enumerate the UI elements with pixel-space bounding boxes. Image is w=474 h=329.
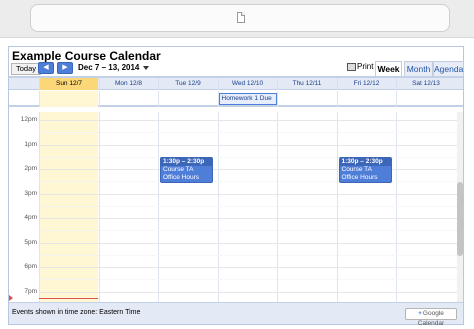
- day-column[interactable]: [39, 112, 98, 303]
- time-label: 4pm: [24, 214, 37, 221]
- browser-toolbar: [0, 0, 474, 38]
- all-day-row: Homework 1 Due: [9, 91, 463, 107]
- time-label: 6pm: [24, 263, 37, 270]
- hour-gridline: [39, 169, 457, 170]
- time-label: 12pm: [20, 116, 37, 123]
- arrow-right-icon: ▶: [62, 64, 68, 71]
- event-title: Course TA Office Hours: [163, 165, 200, 181]
- hour-gridline: [39, 291, 457, 293]
- printer-icon: [347, 62, 356, 71]
- event-title: Course TA Office Hours: [341, 165, 378, 181]
- address-bar[interactable]: [30, 4, 450, 32]
- next-week-button[interactable]: ▶: [57, 62, 73, 74]
- all-day-cell[interactable]: [39, 91, 98, 107]
- event-time: 1:30p – 2:30p: [161, 157, 212, 166]
- day-column[interactable]: [396, 112, 455, 303]
- week-grid: Sun 12/7 Mon 12/8 Tue 12/9 Wed 12/10 Thu 12/…: [9, 76, 463, 303]
- tab-month[interactable]: Month: [404, 61, 433, 76]
- day-header[interactable]: Fri 12/12: [336, 78, 396, 90]
- day-header[interactable]: Tue 12/9: [158, 78, 217, 90]
- hour-gridline: [39, 242, 457, 244]
- embedded-calendar: Example Course Calendar Today ◀ ▶ Dec 7 …: [8, 46, 464, 327]
- scrollbar[interactable]: [457, 112, 463, 303]
- current-time-marker-icon: [9, 294, 13, 301]
- calendar-event[interactable]: 1:30p – 2:30p Course TA Office Hours: [160, 156, 213, 183]
- all-day-cell[interactable]: [277, 91, 336, 107]
- dropdown-arrow-icon[interactable]: [143, 66, 149, 70]
- current-time-line: [39, 297, 98, 299]
- hour-gridline: [39, 144, 457, 146]
- calendar-title: Example Course Calendar: [12, 49, 161, 63]
- day-column[interactable]: [158, 112, 217, 303]
- day-header[interactable]: Thu 12/11: [277, 78, 336, 90]
- calendar-footer: Events shown in time zone: Eastern Time …: [9, 302, 463, 327]
- date-range: Dec 7 – 13, 2014: [78, 63, 140, 72]
- half-hour-gridline: [39, 156, 457, 158]
- arrow-left-icon: ◀: [43, 64, 49, 71]
- previous-week-button[interactable]: ◀: [38, 62, 54, 74]
- time-label: 7pm: [24, 287, 37, 295]
- half-hour-gridline: [39, 181, 457, 183]
- half-hour-gridline: [39, 132, 457, 134]
- day-column[interactable]: [277, 112, 336, 303]
- time-label: 2pm: [24, 165, 37, 172]
- event-time: 1:30p – 2:30p: [339, 157, 391, 166]
- day-header[interactable]: Wed 12/10: [217, 78, 277, 90]
- all-day-cell[interactable]: [336, 91, 396, 107]
- hour-gridline: [39, 218, 457, 219]
- all-day-event[interactable]: Homework 1 Due: [218, 93, 277, 105]
- print-label: Print: [357, 62, 374, 71]
- print-button[interactable]: Print: [347, 61, 373, 73]
- google-calendar-badge[interactable]: +Google Calendar: [405, 308, 457, 327]
- time-label: 1pm: [24, 140, 37, 148]
- day-header[interactable]: Sun 12/7: [39, 78, 98, 90]
- today-button[interactable]: Today: [11, 63, 41, 75]
- hour-gridline: [39, 267, 457, 268]
- half-hour-gridline: [39, 254, 457, 256]
- tab-week[interactable]: Week: [375, 61, 402, 76]
- all-day-cell[interactable]: [158, 91, 217, 107]
- tab-agenda[interactable]: Agenda: [433, 61, 464, 76]
- day-column[interactable]: [336, 112, 396, 303]
- half-hour-gridline: [39, 205, 457, 207]
- time-grid: 12pm 1pm 2pm 3pm 4pm 5pm 6pm 7pm 1:30p – 2:30p Co…: [9, 112, 457, 303]
- hour-gridline: [39, 193, 457, 195]
- calendar-event[interactable]: 1:30p – 2:30p Course TA Office Hours: [338, 156, 392, 183]
- day-header[interactable]: Mon 12/8: [98, 78, 158, 90]
- day-header-row: Sun 12/7 Mon 12/8 Tue 12/9 Wed 12/10 Thu 12/…: [9, 78, 463, 90]
- timezone-note: Events shown in time zone: Eastern Time: [12, 309, 141, 316]
- hour-gridline: [39, 120, 457, 121]
- all-day-cell[interactable]: [396, 91, 455, 107]
- plus-icon: +: [418, 310, 422, 317]
- time-label: 5pm: [24, 238, 37, 246]
- half-hour-gridline: [39, 230, 457, 232]
- day-column[interactable]: [98, 112, 158, 303]
- time-label: 3pm: [24, 189, 37, 197]
- scrollbar-thumb[interactable]: [457, 182, 463, 256]
- day-header[interactable]: Sat 12/13: [396, 78, 455, 90]
- all-day-cell[interactable]: [98, 91, 158, 107]
- page-icon: [237, 12, 245, 23]
- half-hour-gridline: [39, 279, 457, 281]
- day-column[interactable]: [217, 112, 277, 303]
